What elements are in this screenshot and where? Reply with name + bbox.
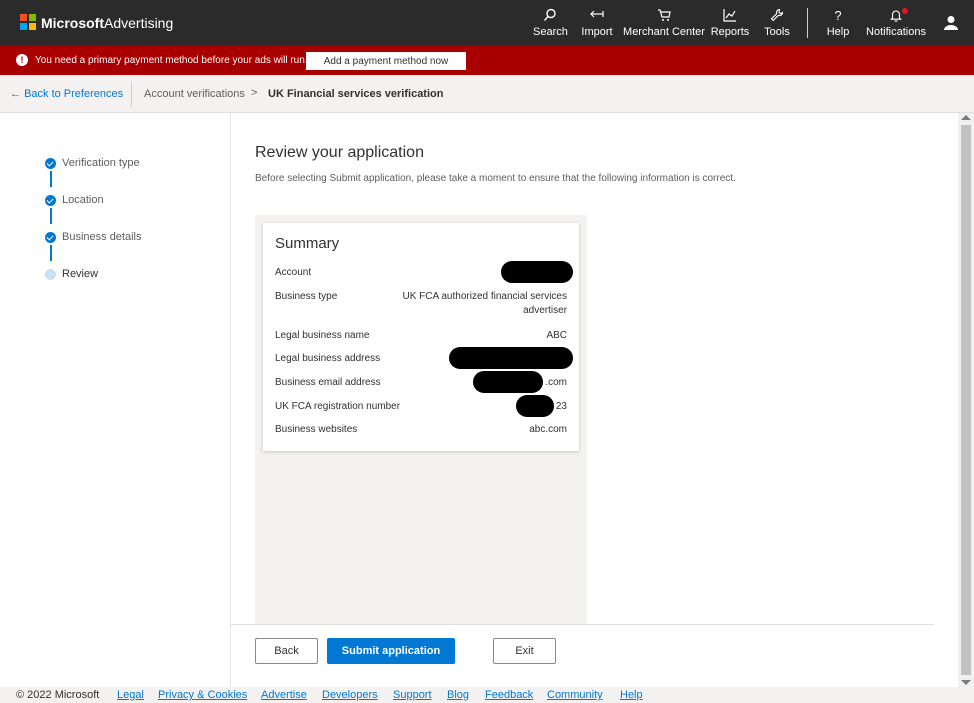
breadcrumb-account-verifications[interactable]: Account verifications — [144, 88, 245, 100]
wrench-icon — [762, 8, 792, 24]
summary-row-business-type: Business type UK FCA authorized financia… — [275, 291, 567, 319]
redaction-mark — [449, 347, 573, 369]
row-value: ABC — [546, 330, 567, 341]
row-value: .com — [545, 377, 567, 388]
breadcrumb-divider — [131, 81, 132, 107]
footer-link-support[interactable]: Support — [393, 689, 432, 701]
nav-reports-label: Reports — [710, 26, 750, 38]
row-label: UK FCA registration number — [275, 401, 401, 412]
main-content: Verification type Location Business deta… — [0, 113, 958, 703]
back-link-label: Back to Preferences — [24, 88, 124, 100]
step-label: Location — [62, 194, 104, 206]
footer-link-advertise[interactable]: Advertise — [261, 689, 307, 701]
scrollbar-thumb[interactable] — [961, 125, 971, 675]
summary-card: Summary Account Business type UK FCA aut… — [263, 223, 579, 451]
redaction-mark — [473, 371, 543, 393]
footer-link-privacy[interactable]: Privacy & Cookies — [158, 689, 247, 701]
nav-divider — [807, 8, 808, 38]
exit-button[interactable]: Exit — [493, 638, 556, 664]
nav-help-label: Help — [826, 26, 850, 38]
submit-application-button[interactable]: Submit application — [327, 638, 455, 664]
nav-notifications-label: Notifications — [866, 26, 926, 38]
step-label: Business details — [62, 231, 142, 243]
product-name[interactable]: Advertising — [104, 15, 173, 31]
footer-link-blog[interactable]: Blog — [447, 689, 469, 701]
alert-icon: ! — [16, 54, 28, 66]
copyright: © 2022 Microsoft — [16, 689, 100, 701]
footer-link-community[interactable]: Community — [547, 689, 603, 701]
vertical-scrollbar[interactable] — [958, 113, 974, 687]
footer-link-legal[interactable]: Legal — [117, 689, 144, 701]
current-step-dot-icon — [45, 269, 56, 280]
check-circle-icon — [45, 232, 56, 243]
row-value: UK FCA authorized financial services — [402, 291, 567, 302]
notification-badge — [902, 8, 908, 14]
form-actions: Back Submit application Exit — [231, 624, 934, 687]
brand-name[interactable]: Microsoft — [41, 15, 104, 31]
scroll-up-arrow-icon[interactable] — [961, 115, 971, 120]
scroll-down-arrow-icon[interactable] — [961, 680, 971, 685]
microsoft-logo-icon[interactable] — [20, 14, 36, 30]
row-value: abc.com — [529, 424, 567, 435]
footer-link-developers[interactable]: Developers — [322, 689, 378, 701]
chevron-right-icon: > — [251, 87, 258, 99]
row-label: Business websites — [275, 424, 358, 435]
check-circle-icon — [45, 195, 56, 206]
nav-tools-label: Tools — [764, 26, 790, 38]
row-value-continued: advertiser — [523, 305, 567, 316]
payment-alert-bar: ! You need a primary payment method befo… — [0, 46, 974, 75]
breadcrumb-current-page: UK Financial services verification — [268, 88, 444, 100]
footer-link-help[interactable]: Help — [620, 689, 643, 701]
nav-search-label: Search — [533, 26, 568, 38]
user-avatar-icon[interactable] — [942, 14, 960, 32]
page-footer: © 2022 Microsoft Legal Privacy & Cookies… — [0, 687, 974, 703]
nav-help[interactable]: ? Help — [823, 8, 853, 42]
import-icon — [578, 8, 616, 24]
step-label: Verification type — [62, 157, 140, 169]
nav-search[interactable]: Search — [533, 8, 568, 42]
nav-import-label: Import — [581, 26, 613, 38]
footer-link-feedback[interactable]: Feedback — [485, 689, 533, 701]
step-connector — [50, 208, 52, 224]
step-indicator: Verification type Location Business deta… — [0, 113, 231, 687]
back-button[interactable]: Back — [255, 638, 318, 664]
top-bar: Microsoft Advertising Search Import Merc… — [0, 0, 974, 46]
page-description: Before selecting Submit application, ple… — [255, 173, 736, 184]
row-label: Business email address — [275, 377, 381, 388]
nav-tools[interactable]: Tools — [762, 8, 792, 42]
chart-icon — [709, 8, 751, 24]
back-to-preferences-link[interactable]: ← Back to Preferences — [10, 88, 123, 100]
arrow-left-icon: ← — [10, 88, 21, 100]
check-circle-icon — [45, 158, 56, 169]
nav-import[interactable]: Import — [578, 8, 616, 42]
redaction-mark — [516, 395, 554, 417]
nav-merchant-center-label: Merchant Center — [623, 26, 705, 38]
search-icon — [533, 8, 567, 24]
row-label: Account — [275, 267, 312, 278]
nav-notifications[interactable]: Notifications — [862, 8, 930, 42]
bell-icon — [862, 8, 930, 24]
row-label: Business type — [275, 291, 338, 302]
cart-icon — [622, 8, 706, 24]
question-icon: ? — [834, 8, 842, 23]
add-payment-button[interactable]: Add a payment method now — [306, 52, 466, 70]
alert-message: You need a primary payment method before… — [35, 55, 308, 66]
step-label: Review — [62, 268, 99, 280]
row-value: 23 — [555, 401, 567, 412]
row-label: Legal business address — [275, 353, 381, 364]
redaction-mark — [501, 261, 573, 283]
step-connector — [50, 171, 52, 187]
page-title: Review your application — [255, 144, 424, 161]
row-label: Legal business name — [275, 330, 370, 341]
nav-merchant-center[interactable]: Merchant Center — [622, 8, 706, 42]
breadcrumb: ← Back to Preferences Account verificati… — [0, 75, 974, 113]
summary-title: Summary — [275, 235, 340, 252]
step-connector — [50, 245, 52, 261]
nav-reports[interactable]: Reports — [709, 8, 751, 42]
